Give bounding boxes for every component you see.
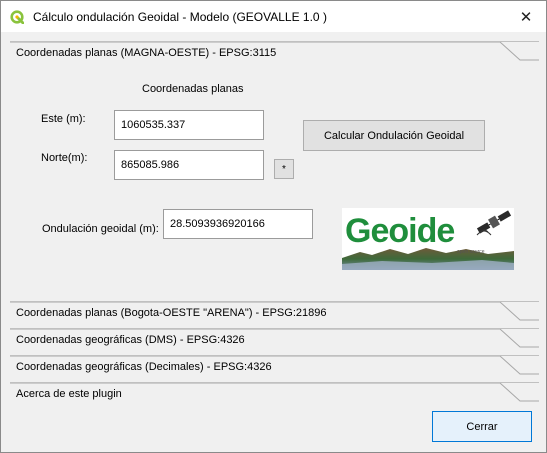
title-bar: Cálculo ondulación Geoidal - Modelo (GEO… (1, 1, 546, 32)
dialog-window: Cálculo ondulación Geoidal - Modelo (GEO… (0, 0, 547, 453)
magna-panel: Coordenadas planas Este (m): 1060535.337… (10, 63, 539, 301)
section-label: Coordenadas planas (MAGNA-OESTE) - EPSG:… (16, 47, 277, 59)
section-label: Coordenadas planas (Bogota-OESTE "ARENA"… (16, 307, 327, 319)
ondulacion-field[interactable]: 28.5093936920166 (163, 209, 313, 239)
panel-heading: Coordenadas planas (142, 83, 244, 95)
close-icon[interactable]: ✕ (506, 1, 546, 32)
star-button[interactable]: * (274, 159, 294, 179)
cerrar-button[interactable]: Cerrar (432, 411, 532, 442)
geoide-logo-text: Geoide (345, 212, 455, 250)
section-label: Coordenadas geográficas (Decimales) - EP… (16, 361, 272, 373)
section-label: Acerca de este plugin (16, 388, 122, 400)
este-field[interactable]: 1060535.337 (114, 110, 264, 140)
section-label: Coordenadas geográficas (DMS) - EPSG:432… (16, 334, 245, 346)
qgis-logo-icon (10, 9, 24, 24)
window-title: Cálculo ondulación Geoidal - Modelo (GEO… (33, 9, 327, 24)
geoide-logo-subtext: open source (457, 249, 485, 255)
geoide-logo: Geoide open source (342, 208, 514, 270)
este-label: Este (m): (41, 113, 86, 125)
section-magna-oeste[interactable]: Coordenadas planas (MAGNA-OESTE) - EPSG:… (10, 41, 539, 64)
satellite-icon (476, 210, 512, 236)
norte-label: Norte(m): (41, 152, 88, 164)
section-acerca[interactable]: Acerca de este plugin (10, 382, 539, 405)
section-geograficas-decimales[interactable]: Coordenadas geográficas (Decimales) - EP… (10, 355, 539, 378)
calcular-ondulacion-button[interactable]: Calcular Ondulación Geoidal (303, 120, 485, 151)
section-geograficas-dms[interactable]: Coordenadas geográficas (DMS) - EPSG:432… (10, 328, 539, 351)
norte-field[interactable]: 865085.986 (114, 150, 264, 180)
ondulacion-label: Ondulación geoidal (m): (42, 223, 159, 235)
section-bogota-oeste[interactable]: Coordenadas planas (Bogota-OESTE "ARENA"… (10, 301, 539, 324)
